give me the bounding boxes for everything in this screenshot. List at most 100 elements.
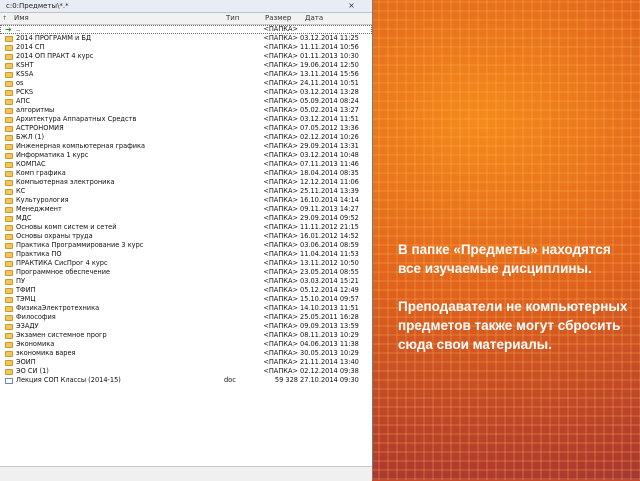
file-row[interactable]: МДС <ПАПКА> 29.09.2014 09:52 <box>0 214 372 223</box>
file-size: <ПАПКА> <box>263 34 298 42</box>
file-name: Комп графика <box>16 169 66 177</box>
file-date: 03.12.2014 11:25 <box>300 34 359 42</box>
file-size: <ПАПКА> <box>263 268 298 276</box>
file-size: <ПАПКА> <box>263 142 298 150</box>
file-row[interactable]: Экономика <ПАПКА> 04.06.2013 11:38 <box>0 340 372 349</box>
file-row[interactable]: os <ПАПКА> 24.11.2014 10:51 <box>0 79 372 88</box>
file-date: 07.05.2012 13:36 <box>300 124 359 132</box>
file-row[interactable]: Лекция СОП Классы (2014-15) doc 59 328 27.1… <box>0 376 372 385</box>
file-size: <ПАПКА> <box>263 187 298 195</box>
file-date: 04.06.2013 11:38 <box>300 340 359 348</box>
file-name: Практика Программирование 3 курс <box>16 241 144 249</box>
file-date: 02.12.2014 09:38 <box>300 367 359 375</box>
file-date: 07.11.2013 11:46 <box>300 160 359 168</box>
file-row[interactable]: ЭОИП <ПАПКА> 21.11.2014 13:40 <box>0 358 372 367</box>
file-row[interactable]: ЭО СИ (1) <ПАПКА> 02.12.2014 09:38 <box>0 367 372 376</box>
folder-icon <box>5 126 13 132</box>
file-date: 05.12.2014 12:49 <box>300 286 359 294</box>
file-date: 29.09.2014 09:52 <box>300 214 359 222</box>
file-row[interactable]: Компьютерная электроника <ПАПКА> 12.12.201… <box>0 178 372 187</box>
folder-icon <box>5 351 13 357</box>
file-row[interactable]: Архитектура Аппаратных Средств <ПАПКА> 03.… <box>0 115 372 124</box>
file-date: 25.05.2011 16:28 <box>300 313 359 321</box>
folder-icon <box>5 180 13 186</box>
file-name: os <box>16 79 24 87</box>
file-size: <ПАПКА> <box>263 277 298 285</box>
file-row[interactable]: алгоритмы <ПАПКА> 05.02.2014 13:27 <box>0 106 372 115</box>
file-row[interactable]: КС <ПАПКА> 25.11.2014 13:39 <box>0 187 372 196</box>
file-row[interactable]: Практика ПО <ПАПКА> 11.04.2014 11:53 <box>0 250 372 259</box>
file-row[interactable]: 2014 ОП ПРАКТ 4 курс <ПАПКА> 01.11.2013 10… <box>0 52 372 61</box>
file-list: ➜.. <ПАПКА> 2014 ПРОГРАММ и БД <ПАПКА> 03.12… <box>0 25 372 385</box>
file-row[interactable]: Культурология <ПАПКА> 16.10.2014 14:14 <box>0 196 372 205</box>
file-row[interactable]: ТЭМЦ <ПАПКА> 15.10.2014 09:57 <box>0 295 372 304</box>
file-row[interactable]: KSSA <ПАПКА> 13.11.2014 15:56 <box>0 70 372 79</box>
folder-icon <box>5 252 13 258</box>
column-name[interactable]: Имя <box>14 13 29 24</box>
file-size: 59 328 <box>274 376 298 384</box>
file-size: <ПАПКА> <box>263 241 298 249</box>
folder-icon <box>5 162 13 168</box>
file-row[interactable]: ПУ <ПАПКА> 03.03.2014 15:21 <box>0 277 372 286</box>
file-date: 19.06.2014 12:50 <box>300 61 359 69</box>
file-row[interactable]: экономика варея <ПАПКА> 30.05.2013 10:29 <box>0 349 372 358</box>
file-row[interactable]: ЭЗАДУ <ПАПКА> 09.09.2013 13:59 <box>0 322 372 331</box>
path-bar: c:0:Предметы\*.* × <box>0 0 372 13</box>
file-date: 03.06.2014 08:59 <box>300 241 359 249</box>
file-row[interactable]: АПС <ПАПКА> 05.09.2014 08:24 <box>0 97 372 106</box>
file-row[interactable]: ТФИП <ПАПКА> 05.12.2014 12:49 <box>0 286 372 295</box>
file-date: 11.11.2012 21:15 <box>300 223 359 231</box>
file-date: 23.05.2014 08:55 <box>300 268 359 276</box>
file-name: МДС <box>16 214 32 222</box>
file-size: <ПАПКА> <box>263 25 298 33</box>
folder-icon <box>5 234 13 240</box>
file-row[interactable]: Практика Программирование 3 курс <ПАПКА> 0… <box>0 241 372 250</box>
file-row[interactable]: Экзамен системное прогр <ПАПКА> 08.11.2013… <box>0 331 372 340</box>
file-row[interactable]: Инженерная компьютерная графика <ПАПКА> 29… <box>0 142 372 151</box>
file-row[interactable]: Информатика 1 курс <ПАПКА> 03.12.2014 10:4… <box>0 151 372 160</box>
file-size: <ПАПКА> <box>263 295 298 303</box>
file-name: ЭО СИ (1) <box>16 367 49 375</box>
file-row[interactable]: Менеджмент <ПАПКА> 09.11.2013 14:27 <box>0 205 372 214</box>
file-row[interactable]: Основы комп систем и сетей <ПАПКА> 11.11.2… <box>0 223 372 232</box>
file-manager-panel: c:0:Предметы\*.* × ↑ Имя Тип Размер Дата… <box>0 0 373 481</box>
horizontal-scrollbar[interactable] <box>0 466 372 481</box>
close-icon[interactable]: × <box>347 1 356 10</box>
file-date: 24.11.2014 10:51 <box>300 79 359 87</box>
file-date: 14.10.2013 11:51 <box>300 304 359 312</box>
file-row[interactable]: Программное обеспечение <ПАПКА> 23.05.2014… <box>0 268 372 277</box>
column-ext[interactable]: Тип <box>226 13 239 24</box>
file-name: 2014 СП <box>16 43 45 51</box>
file-date: 03.03.2014 15:21 <box>300 277 359 285</box>
file-name: PCKS <box>16 88 34 96</box>
file-row[interactable]: 2014 СП <ПАПКА> 11.11.2014 10:56 <box>0 43 372 52</box>
file-row[interactable]: KSHT <ПАПКА> 19.06.2014 12:50 <box>0 61 372 70</box>
file-name: 2014 ОП ПРАКТ 4 курс <box>16 52 94 60</box>
file-size: <ПАПКА> <box>263 313 298 321</box>
file-row[interactable]: ФизикаЭлектротехника <ПАПКА> 14.10.2013 11… <box>0 304 372 313</box>
file-size: <ПАПКА> <box>263 304 298 312</box>
file-size: <ПАПКА> <box>263 340 298 348</box>
file-row[interactable]: Основы охраны труда <ПАПКА> 16.01.2012 14:… <box>0 232 372 241</box>
file-row[interactable]: ➜.. <ПАПКА> <box>0 25 372 34</box>
slide-caption: В папке «Предметы» находятся все изучаем… <box>398 240 636 373</box>
file-row[interactable]: PCKS <ПАПКА> 03.12.2014 13:28 <box>0 88 372 97</box>
file-row[interactable]: ПРАКТИКА СисПрог 4 курс <ПАПКА> 13.11.2012… <box>0 259 372 268</box>
file-size: <ПАПКА> <box>263 88 298 96</box>
file-size: <ПАПКА> <box>263 331 298 339</box>
column-size[interactable]: Размер <box>265 13 291 24</box>
file-date: 05.09.2014 08:24 <box>300 97 359 105</box>
file-row[interactable]: 2014 ПРОГРАММ и БД <ПАПКА> 03.12.2014 11:2… <box>0 34 372 43</box>
file-name: АПС <box>16 97 31 105</box>
folder-icon <box>5 315 13 321</box>
folder-icon <box>5 261 13 267</box>
file-row[interactable]: Комп графика <ПАПКА> 18.04.2014 08:35 <box>0 169 372 178</box>
file-row[interactable]: АСТРОНОМИЯ <ПАПКА> 07.05.2012 13:36 <box>0 124 372 133</box>
file-row[interactable]: БЖЛ (1) <ПАПКА> 02.12.2014 10:26 <box>0 133 372 142</box>
file-row[interactable]: Философия <ПАПКА> 25.05.2011 16:28 <box>0 313 372 322</box>
file-row[interactable]: КОМПАС <ПАПКА> 07.11.2013 11:46 <box>0 160 372 169</box>
column-date[interactable]: Дата <box>305 13 323 24</box>
file-size: <ПАПКА> <box>263 223 298 231</box>
file-date: 16.10.2014 14:14 <box>300 196 359 204</box>
folder-icon <box>5 108 13 114</box>
